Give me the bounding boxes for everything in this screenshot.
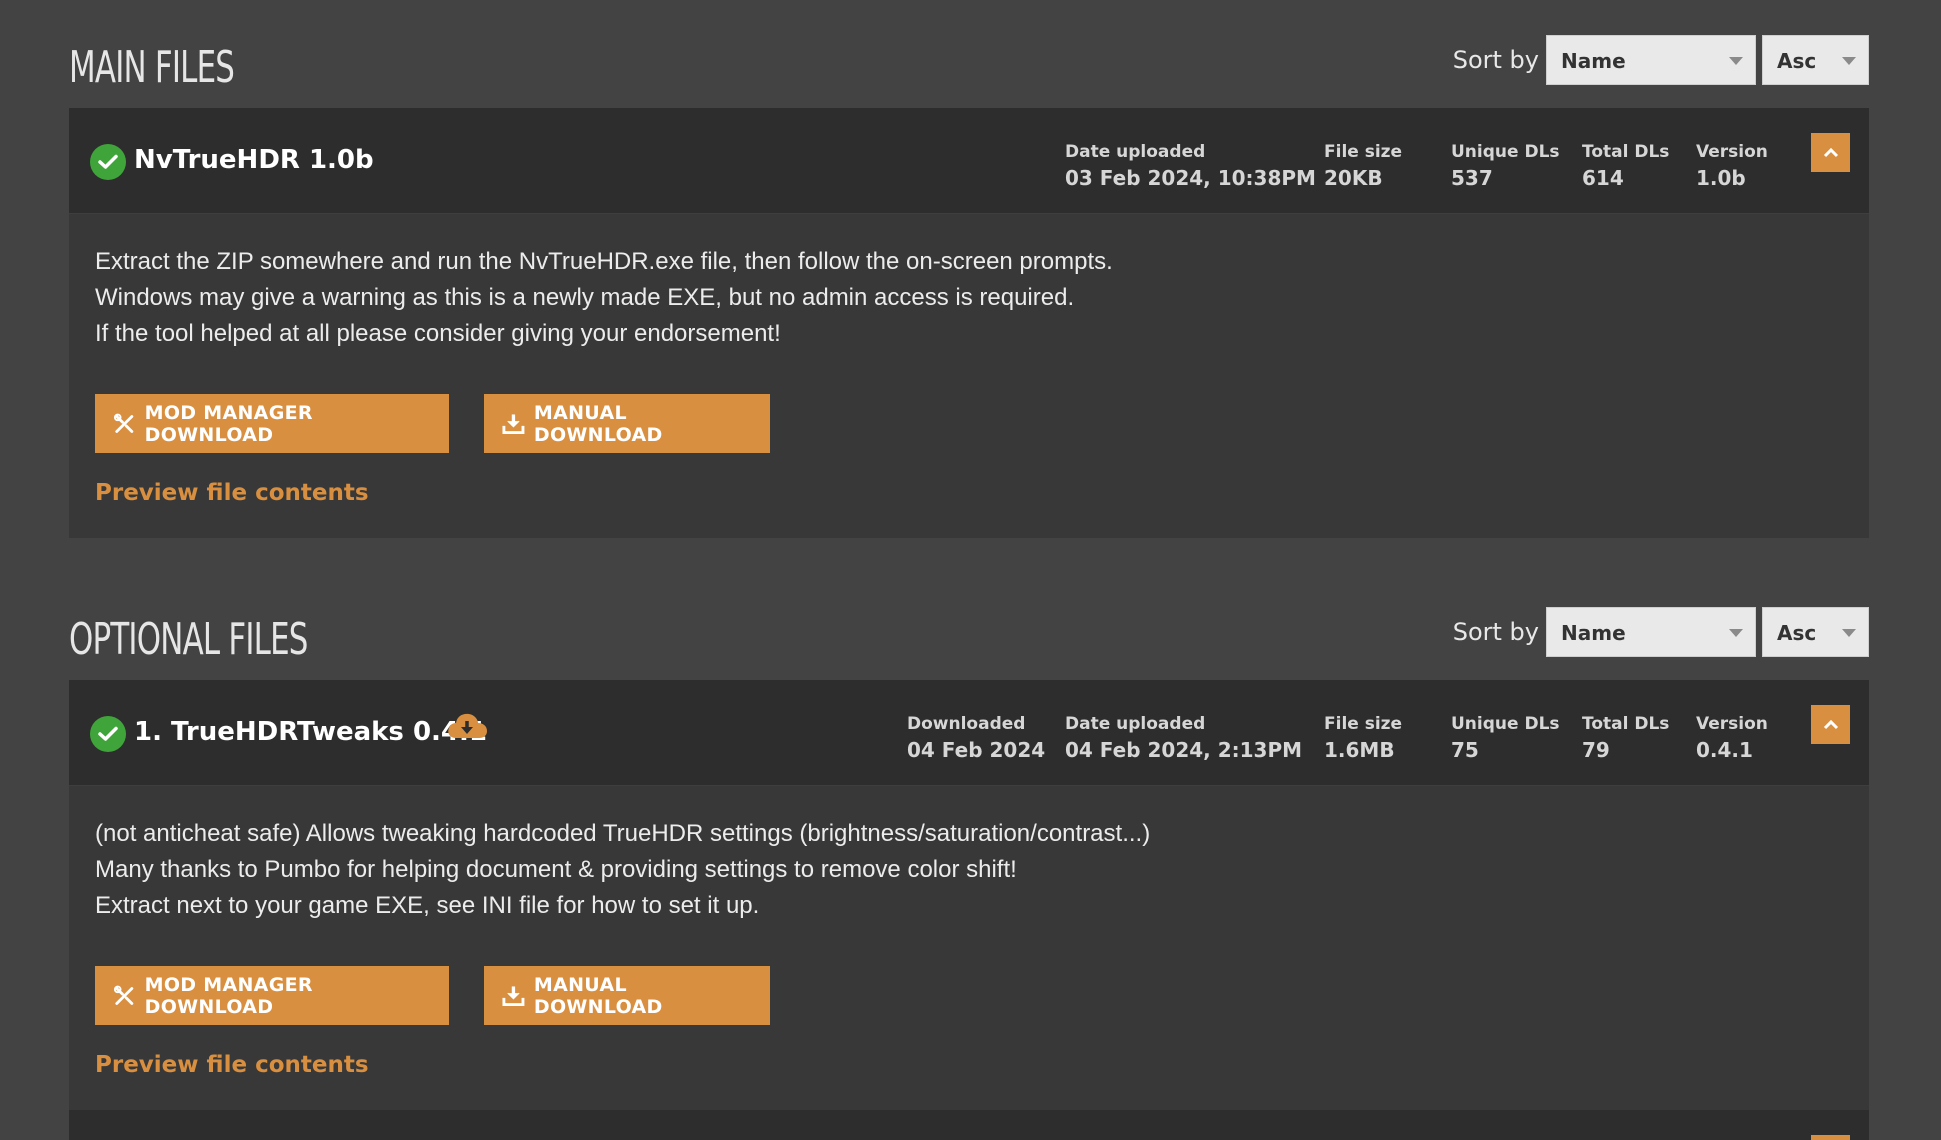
collapse-button[interactable] xyxy=(1811,1135,1850,1140)
stat-unique-dls: Unique DLs 537 xyxy=(1451,142,1560,190)
sort-controls: Sort by Name Asc xyxy=(1453,35,1869,85)
collapse-button[interactable] xyxy=(1811,133,1850,172)
stat-value: 20KB xyxy=(1324,166,1383,190)
file-name: 1. TrueHDRTweaks 0.4.1 xyxy=(134,717,487,747)
stat-date-uploaded: Date uploaded 03 Feb 2024, 10:38PM xyxy=(1065,142,1316,190)
stat-value: 79 xyxy=(1582,738,1610,762)
sort-label: Sort by xyxy=(1452,46,1539,74)
description-line: Extract next to your game EXE, see INI f… xyxy=(95,892,760,919)
stat-label: Downloaded xyxy=(907,714,1026,734)
stat-label: Unique DLs xyxy=(1451,142,1560,162)
stat-file-size: File size 1.6MB xyxy=(1324,714,1402,762)
preview-file-contents-link[interactable]: Preview file contents xyxy=(95,480,369,506)
sort-label: Sort by xyxy=(1452,618,1539,646)
stat-date-uploaded: Date uploaded 04 Feb 2024, 2:13PM xyxy=(1065,714,1302,762)
stat-downloaded: Downloaded 04 Feb 2024 xyxy=(907,714,1045,762)
caret-down-icon xyxy=(1842,629,1856,637)
sort-controls: Sort by Name Asc xyxy=(1453,607,1869,657)
check-circle-icon xyxy=(90,144,126,180)
download-tray-icon xyxy=(502,985,525,1006)
file-header-row[interactable]: 1. TrueHDRTweaks 0.4.1 Downloaded 04 Feb… xyxy=(69,680,1869,785)
download-tray-icon xyxy=(502,413,525,434)
tools-icon xyxy=(113,413,134,433)
main-files-section: Main files Sort by Name Asc NvTrueHDR 1.… xyxy=(69,30,1869,538)
check-circle-icon xyxy=(90,716,126,752)
tools-icon xyxy=(113,985,134,1005)
manual-download-button[interactable]: MANUAL DOWNLOAD xyxy=(484,966,770,1025)
stat-total-dls: Total DLs 79 xyxy=(1582,714,1669,762)
description-line: Extract the ZIP somewhere and run the Nv… xyxy=(95,248,1113,275)
description-line: Windows may give a warning as this is a … xyxy=(95,284,1075,311)
stat-label: Total DLs xyxy=(1582,714,1670,734)
description-line: (not anticheat safe) Allows tweaking har… xyxy=(95,820,1151,847)
collapse-button[interactable] xyxy=(1811,705,1850,744)
file-header-row[interactable]: NvTrueHDR 1.0b Date uploaded 03 Feb 2024… xyxy=(69,108,1869,213)
preview-file-contents-link[interactable]: Preview file contents xyxy=(95,1052,369,1078)
stat-version: Version 0.4.1 xyxy=(1696,714,1768,762)
section-title: Main files xyxy=(69,42,235,93)
optional-files-section: Optional files Sort by Name Asc 1. TrueH… xyxy=(69,602,1869,1110)
sort-order-value: Asc xyxy=(1777,621,1817,645)
stat-value: 0.4.1 xyxy=(1696,738,1753,762)
sort-order-value: Asc xyxy=(1777,49,1817,73)
button-label: MANUAL DOWNLOAD xyxy=(533,401,663,446)
button-label: MOD MANAGER DOWNLOAD xyxy=(144,401,313,446)
stat-value: 614 xyxy=(1582,166,1624,190)
caret-down-icon xyxy=(1842,57,1856,65)
stat-total-dls: Total DLs 614 xyxy=(1582,142,1669,190)
optional-files-header: Optional files Sort by Name Asc xyxy=(69,602,1869,680)
stat-label: File size xyxy=(1324,142,1403,162)
chevron-up-icon xyxy=(1823,719,1838,730)
main-files-header: Main files Sort by Name Asc xyxy=(69,30,1869,108)
stat-label: File size xyxy=(1324,714,1403,734)
stat-value: 1.0b xyxy=(1696,166,1746,190)
stat-value: 04 Feb 2024 xyxy=(907,738,1046,762)
button-label: MANUAL DOWNLOAD xyxy=(533,973,663,1018)
stat-label: Unique DLs xyxy=(1451,714,1560,734)
button-label: MOD MANAGER DOWNLOAD xyxy=(144,973,313,1018)
sort-field-value: Name xyxy=(1561,49,1626,73)
stat-label: Date uploaded xyxy=(1065,714,1206,734)
file-details: (not anticheat safe) Allows tweaking har… xyxy=(69,785,1869,1110)
stat-label: Total DLs xyxy=(1582,142,1670,162)
file-description: Extract the ZIP somewhere and run the Nv… xyxy=(95,244,1113,352)
stat-value: 03 Feb 2024, 10:38PM xyxy=(1065,166,1316,190)
stat-value: 75 xyxy=(1451,738,1479,762)
mod-manager-download-button[interactable]: MOD MANAGER DOWNLOAD xyxy=(95,394,449,453)
caret-down-icon xyxy=(1729,57,1743,65)
sort-field-value: Name xyxy=(1561,621,1626,645)
stat-version: Version 1.0b xyxy=(1696,142,1768,190)
stat-value: 1.6MB xyxy=(1324,738,1395,762)
file-details: Extract the ZIP somewhere and run the Nv… xyxy=(69,213,1869,538)
cloud-download-icon xyxy=(445,710,489,746)
sort-order-select[interactable]: Asc xyxy=(1762,607,1869,657)
stat-file-size: File size 20KB xyxy=(1324,142,1402,190)
next-file-header-row[interactable] xyxy=(69,1110,1869,1140)
manual-download-button[interactable]: MANUAL DOWNLOAD xyxy=(484,394,770,453)
stat-value: 537 xyxy=(1451,166,1493,190)
mod-manager-download-button[interactable]: MOD MANAGER DOWNLOAD xyxy=(95,966,449,1025)
stat-label: Version xyxy=(1696,714,1768,734)
sort-field-select[interactable]: Name xyxy=(1546,607,1756,657)
sort-order-select[interactable]: Asc xyxy=(1762,35,1869,85)
description-line: Many thanks to Pumbo for helping documen… xyxy=(95,856,1017,883)
stat-value: 04 Feb 2024, 2:13PM xyxy=(1065,738,1303,762)
chevron-up-icon xyxy=(1823,147,1838,158)
file-description: (not anticheat safe) Allows tweaking har… xyxy=(95,816,1150,924)
stat-label: Version xyxy=(1696,142,1768,162)
section-title: Optional files xyxy=(69,614,308,665)
sort-field-select[interactable]: Name xyxy=(1546,35,1756,85)
description-line: If the tool helped at all please conside… xyxy=(95,320,781,347)
stat-unique-dls: Unique DLs 75 xyxy=(1451,714,1560,762)
caret-down-icon xyxy=(1729,629,1743,637)
file-name: NvTrueHDR 1.0b xyxy=(134,145,374,175)
stat-label: Date uploaded xyxy=(1065,142,1206,162)
